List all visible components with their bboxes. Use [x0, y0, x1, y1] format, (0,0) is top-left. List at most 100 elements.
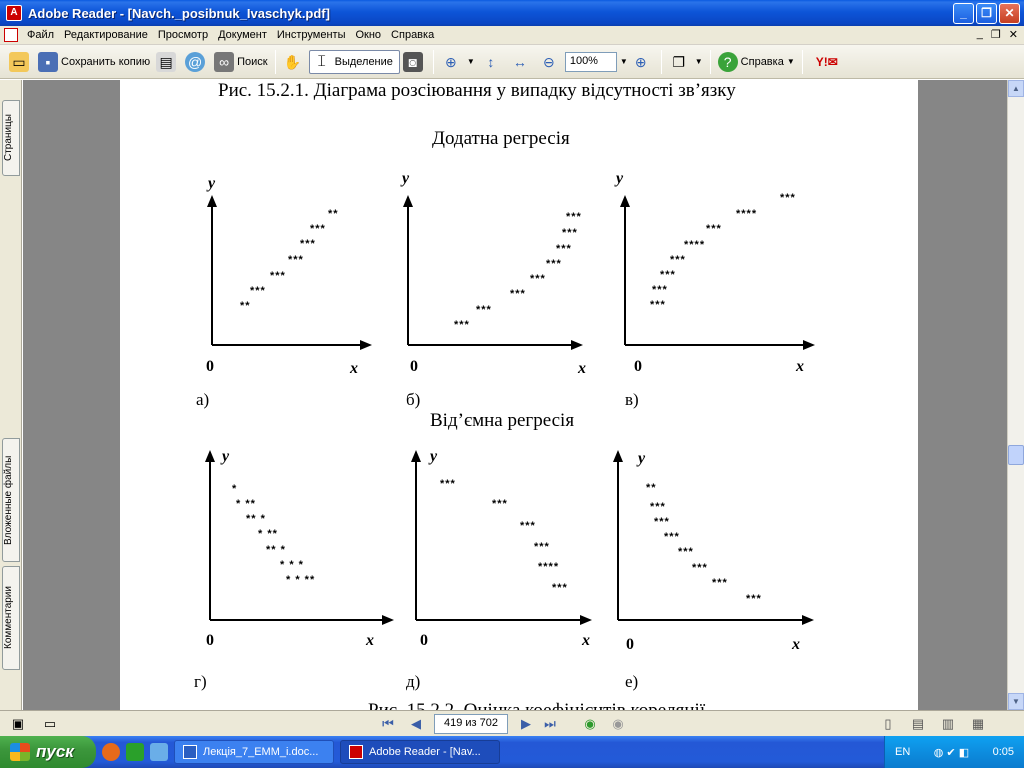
- scatter-row: **: [240, 300, 251, 312]
- chevron-down-icon: ▼: [786, 57, 795, 66]
- menu-tools[interactable]: Инструменты: [272, 29, 351, 41]
- scatter-row: * **: [258, 528, 278, 540]
- x-axis-label: x: [796, 358, 804, 375]
- zoom-out-button[interactable]: ⊖: [536, 49, 565, 75]
- save-copy-button[interactable]: ▪ Сохранить копию: [35, 49, 153, 75]
- prev-page-button[interactable]: ◀: [406, 714, 426, 734]
- y-axis-arrow: [207, 195, 217, 207]
- adobe-reader-icon: [349, 745, 363, 759]
- x-axis-label: x: [582, 632, 590, 649]
- single-page-view-icon[interactable]: ▯: [878, 714, 898, 734]
- scatter-row: ***: [476, 304, 492, 316]
- scroll-up-button[interactable]: ▲: [1008, 80, 1024, 97]
- print-button[interactable]: ▤: [153, 49, 182, 75]
- rotate-button[interactable]: ❐ ▼: [666, 49, 706, 75]
- page-number-input[interactable]: 419 из 702: [434, 713, 508, 734]
- x-axis-arrow: [571, 340, 583, 350]
- email-button[interactable]: @: [182, 49, 211, 75]
- taskbar: пуск Лекція_7_EMM_i.doc... Adobe Reader …: [0, 736, 1024, 768]
- search-button[interactable]: ∞ Поиск: [211, 49, 270, 75]
- y-axis-arrow: [620, 195, 630, 207]
- help-button[interactable]: ? Справка ▼: [715, 49, 798, 75]
- doc-close-button[interactable]: ✕: [1009, 28, 1018, 41]
- x-axis-label: x: [366, 632, 374, 649]
- scatter-row: ***: [250, 285, 266, 297]
- x-axis-label: x: [792, 636, 800, 653]
- toolbar-separator: [801, 49, 803, 74]
- maximize-button[interactable]: ❐: [976, 3, 997, 24]
- continuous-view-icon[interactable]: ▤: [908, 714, 928, 734]
- scatter-row: ***: [270, 270, 286, 282]
- scatter-row: ***: [712, 577, 728, 589]
- menu-document[interactable]: Документ: [213, 29, 272, 41]
- snapshot-button[interactable]: ◙: [400, 49, 429, 75]
- plot-label: д): [406, 672, 421, 691]
- menu-view[interactable]: Просмотр: [153, 29, 213, 41]
- continuous-facing-view-icon[interactable]: ▦: [968, 714, 988, 734]
- hand-icon: ✋: [283, 53, 302, 70]
- scatter-row: ***: [706, 223, 722, 235]
- panel-toggle-icon[interactable]: ▣: [8, 714, 28, 734]
- doc-restore-button[interactable]: ❐: [991, 28, 1001, 41]
- menu-file[interactable]: Файл: [22, 29, 59, 41]
- fit-page-button[interactable]: ↕: [478, 49, 507, 75]
- zoom-in-button[interactable]: ⊕: [628, 49, 657, 75]
- quicklaunch-green-icon[interactable]: [126, 743, 144, 761]
- zoom-input[interactable]: 100%: [564, 51, 617, 72]
- zoom-in-tool-button[interactable]: ⊕ ▼: [438, 49, 478, 75]
- scatter-row: ***: [692, 562, 708, 574]
- fit-width-button[interactable]: ↔: [507, 49, 536, 75]
- binoculars-icon: ∞: [214, 51, 235, 72]
- close-button[interactable]: ✕: [999, 3, 1020, 24]
- toolbar-separator: [432, 49, 434, 74]
- hand-tool-button[interactable]: ✋: [280, 49, 309, 75]
- forward-button[interactable]: ◉: [608, 714, 628, 734]
- back-button[interactable]: ◉: [580, 714, 600, 734]
- document-view[interactable]: Рис. 15.2.1. Діаграма розсіювання у випа…: [23, 80, 1007, 710]
- zoom-dropdown-icon[interactable]: ▼: [620, 57, 628, 66]
- tray-icons[interactable]: ◍ ✔ ◧: [934, 746, 969, 759]
- language-indicator[interactable]: EN: [895, 746, 910, 758]
- last-page-button[interactable]: ⏭: [540, 714, 560, 734]
- chevron-down-icon: ▼: [694, 57, 703, 66]
- scatter-row: ***: [454, 319, 470, 331]
- scatter-row: ***: [746, 593, 762, 605]
- zoom-out-icon: ⊖: [542, 53, 555, 70]
- scatter-row: ***: [492, 498, 508, 510]
- document-icon[interactable]: [4, 28, 18, 42]
- first-page-button[interactable]: ⏮: [378, 714, 398, 734]
- scatter-row: ***: [670, 254, 686, 266]
- yahoo-button[interactable]: Y!✉: [807, 49, 850, 75]
- tab-attachments[interactable]: Вложенные файлы: [2, 438, 20, 562]
- menu-help[interactable]: Справка: [386, 29, 439, 41]
- taskbar-item-reader[interactable]: Adobe Reader - [Nav...: [340, 740, 500, 764]
- scroll-down-button[interactable]: ▼: [1008, 693, 1024, 710]
- firefox-icon[interactable]: [102, 743, 120, 761]
- facing-view-icon[interactable]: ▥: [938, 714, 958, 734]
- vertical-scrollbar[interactable]: ▲ ▼: [1007, 80, 1024, 710]
- panel-minimize-icon[interactable]: ▭: [40, 714, 60, 734]
- open-button[interactable]: ▭: [6, 49, 35, 75]
- select-tool-button[interactable]: 𝙸 Выделение: [308, 49, 400, 74]
- scatter-row: ****: [736, 208, 758, 220]
- origin-label: 0: [420, 632, 428, 649]
- menu-edit[interactable]: Редактирование: [59, 29, 153, 41]
- quicklaunch-ie-icon[interactable]: [150, 743, 168, 761]
- minimize-button[interactable]: _: [953, 3, 974, 24]
- menu-window[interactable]: Окно: [350, 29, 386, 41]
- plot-label: в): [625, 390, 639, 409]
- start-button[interactable]: пуск: [0, 736, 96, 768]
- y-axis-arrow: [411, 450, 421, 462]
- yahoo-icon: Y!✉: [815, 54, 838, 69]
- tab-comments[interactable]: Комментарии: [2, 566, 20, 670]
- tab-pages[interactable]: Страницы: [2, 100, 20, 176]
- next-page-button[interactable]: ▶: [516, 714, 536, 734]
- globe-email-icon: @: [185, 51, 206, 72]
- scatter-row: ***: [288, 254, 304, 266]
- taskbar-item-word[interactable]: Лекція_7_EMM_i.doc...: [174, 740, 334, 764]
- doc-minimize-button[interactable]: _: [977, 28, 983, 41]
- scroll-thumb[interactable]: [1008, 445, 1024, 465]
- origin-label: 0: [626, 636, 634, 653]
- scatter-row: **: [328, 208, 339, 220]
- scatter-row: ***: [652, 284, 668, 296]
